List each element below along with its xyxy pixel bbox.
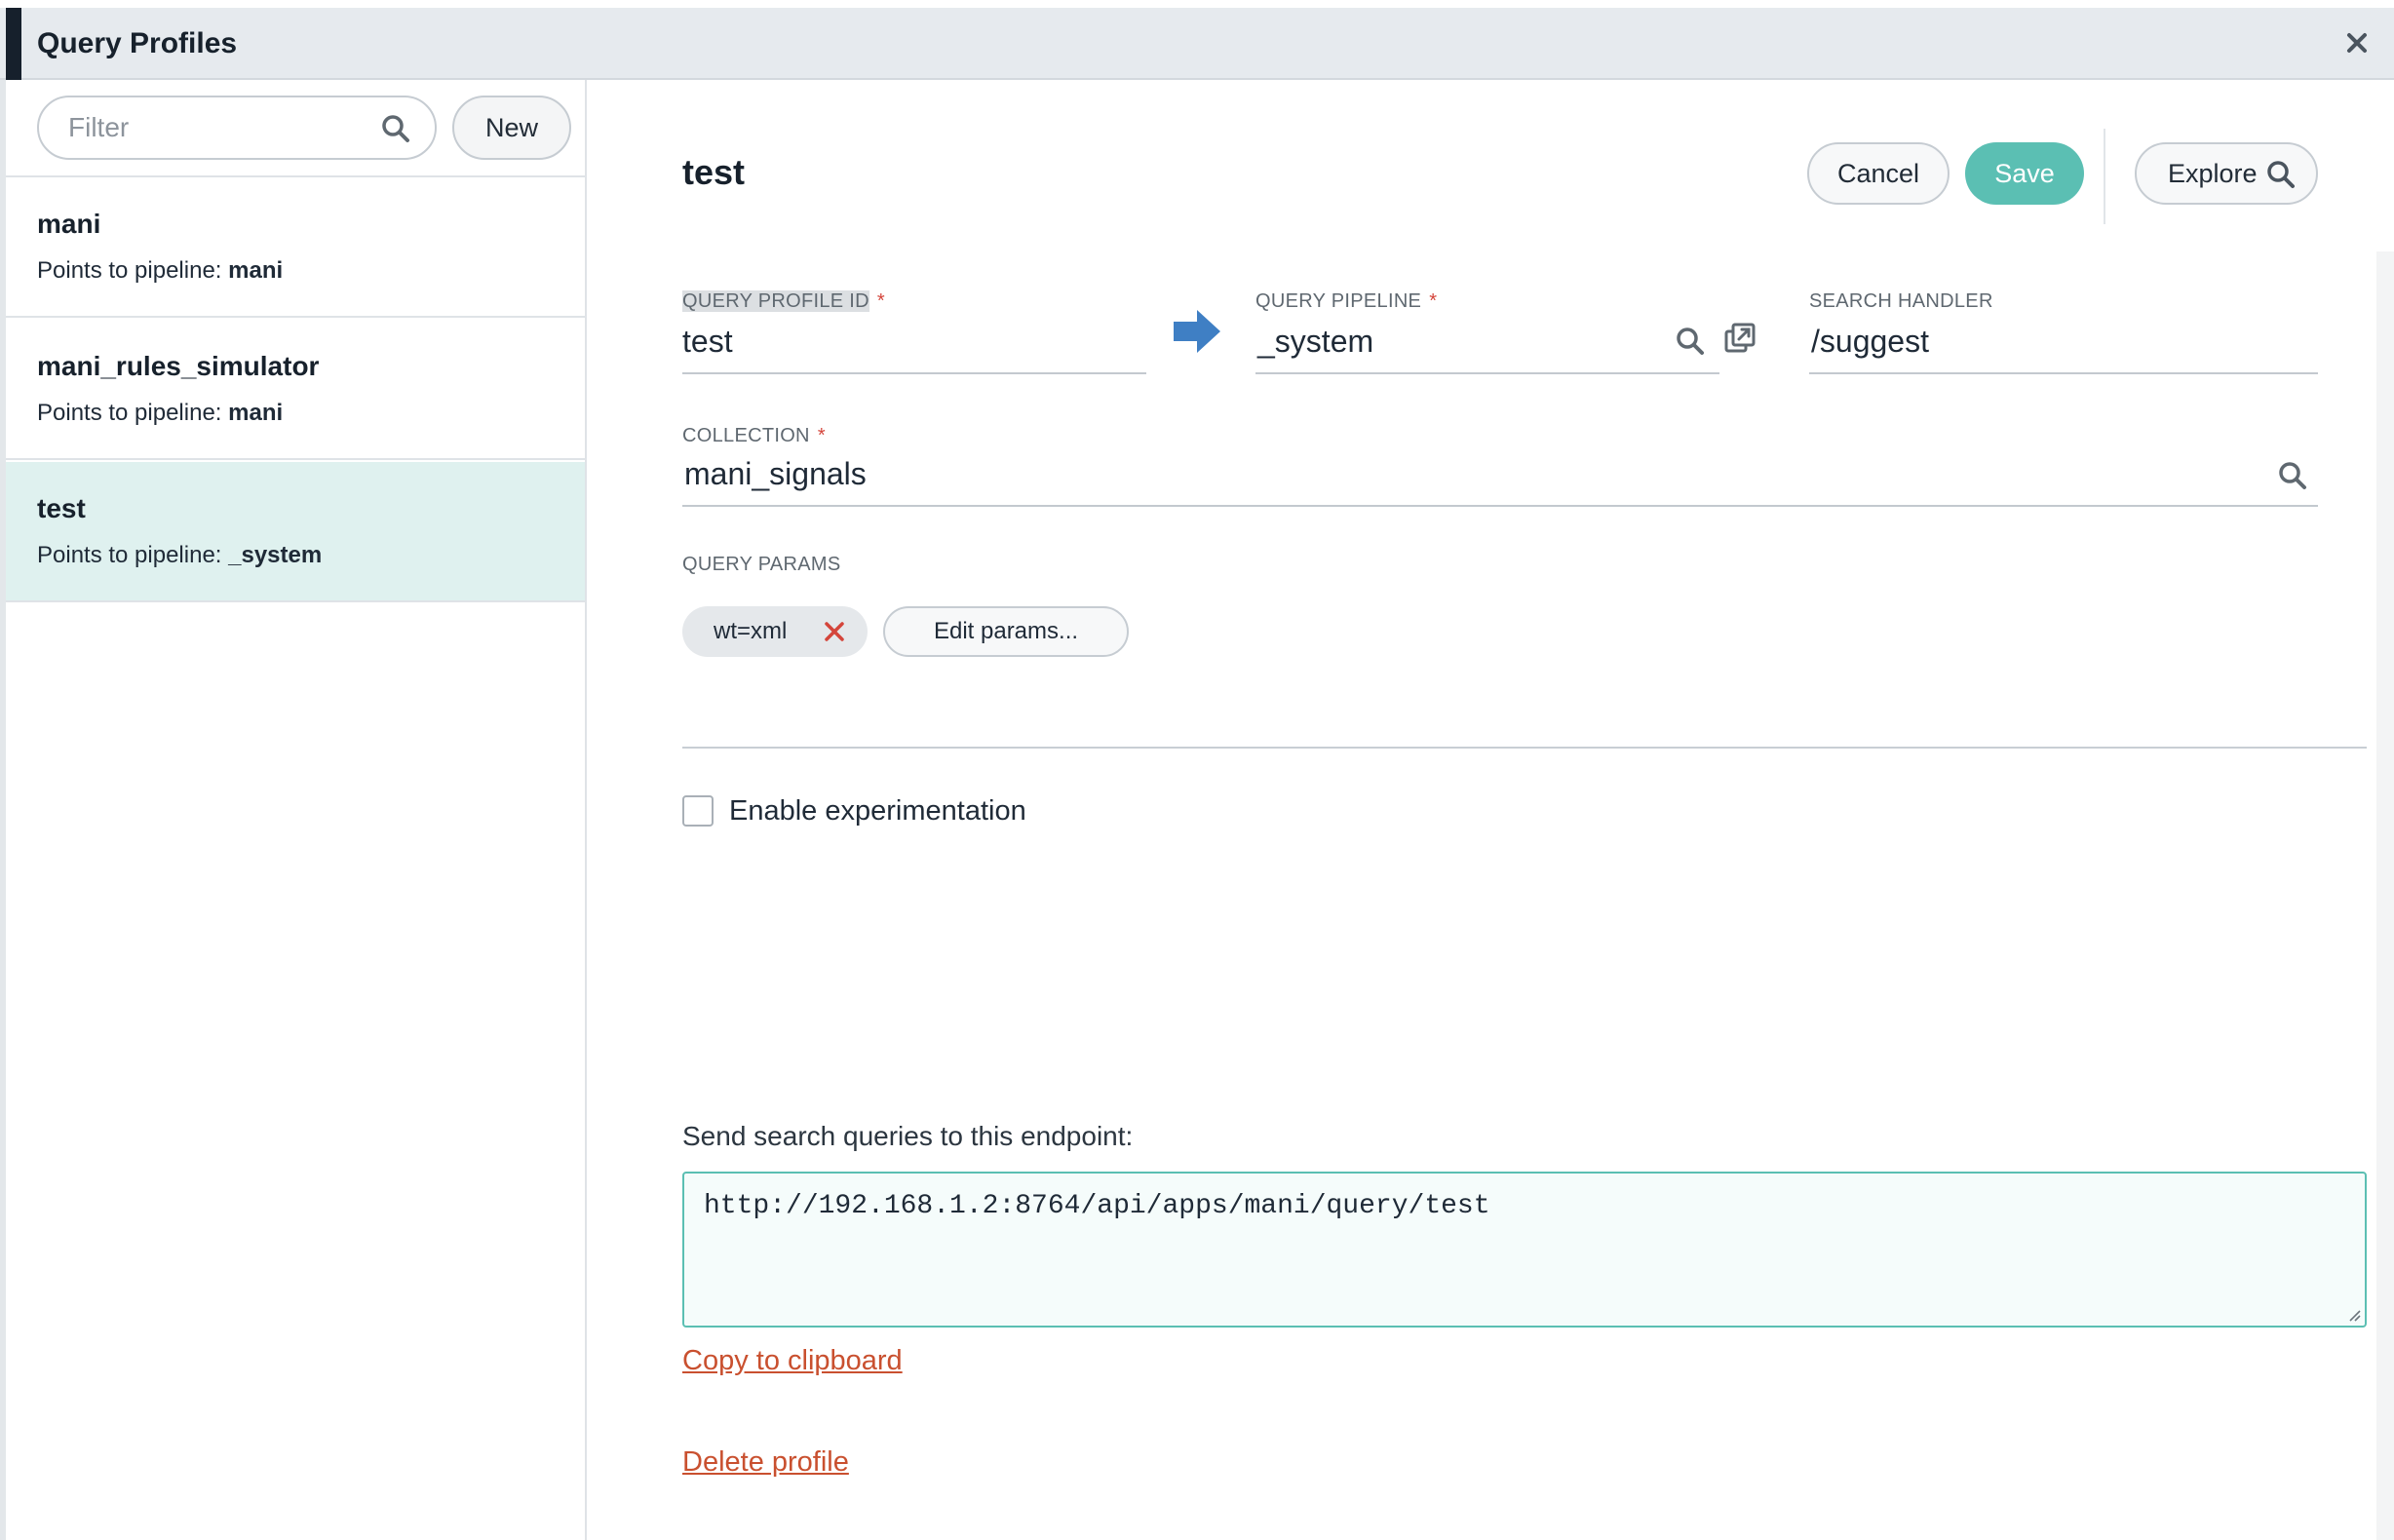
endpoint-box[interactable] — [682, 1172, 2367, 1328]
pipeline-field[interactable]: _system — [1257, 324, 1373, 360]
profile-id-field[interactable]: test — [682, 324, 733, 360]
title-bar: Query Profiles — [0, 8, 2394, 80]
query-params-label: QUERY PARAMS — [682, 554, 841, 575]
param-chip[interactable]: wt=xml — [682, 606, 868, 657]
search-icon[interactable] — [1675, 326, 1706, 357]
pipeline-label: QUERY PIPELINE * — [1255, 290, 1438, 312]
profile-name: mani — [37, 209, 101, 239]
endpoint-textarea[interactable] — [704, 1191, 2341, 1308]
profile-name: mani_rules_simulator — [37, 351, 320, 381]
open-external-icon[interactable] — [1723, 322, 1757, 355]
copy-to-clipboard-link[interactable]: Copy to clipboard — [682, 1345, 903, 1377]
remove-icon[interactable] — [823, 620, 846, 643]
endpoint-label: Send search queries to this endpoint: — [682, 1121, 1134, 1151]
profile-item-test[interactable]: test Points to pipeline: _system — [6, 462, 585, 602]
profile-item-mani[interactable]: mani Points to pipeline: mani — [6, 177, 585, 318]
delete-profile-link[interactable]: Delete profile — [682, 1446, 849, 1479]
profile-pipeline: Points to pipeline: mani — [37, 400, 284, 426]
save-button[interactable]: Save — [1965, 142, 2084, 205]
collection-field[interactable]: mani_signals — [684, 456, 867, 492]
cancel-button[interactable]: Cancel — [1807, 142, 1950, 205]
filter-field[interactable] — [37, 96, 437, 160]
search-handler-label: SEARCH HANDLER — [1809, 290, 1993, 312]
experimentation-label[interactable]: Enable experimentation — [729, 795, 1026, 828]
search-handler-field[interactable]: /suggest — [1811, 324, 1929, 360]
profile-pipeline: Points to pipeline: mani — [37, 257, 284, 284]
window-title: Query Profiles — [37, 27, 238, 59]
profile-id-underline — [682, 372, 1146, 374]
close-icon[interactable] — [2339, 25, 2375, 60]
collection-underline — [682, 505, 2318, 507]
pipeline-underline — [1255, 372, 1719, 374]
profile-pipeline: Points to pipeline: _system — [37, 542, 323, 568]
sidebar: New mani Points to pipeline: mani mani_r… — [6, 80, 587, 1540]
edit-params-button[interactable]: Edit params... — [883, 606, 1129, 657]
section-divider — [682, 747, 2367, 749]
new-profile-button[interactable]: New — [452, 96, 571, 160]
explore-label: Explore — [2168, 158, 2258, 188]
toolbar-divider — [2104, 129, 2105, 224]
profile-id-label: QUERY PROFILE ID * — [682, 290, 885, 312]
profile-editor: test Cancel Save Explore QUERY PROFILE I… — [604, 80, 2394, 1540]
arrow-right-icon — [1174, 310, 1220, 353]
page-title: test — [682, 152, 746, 192]
resize-grip-icon[interactable] — [2345, 1306, 2361, 1322]
title-accent — [6, 8, 21, 80]
explore-button[interactable]: Explore — [2135, 142, 2318, 205]
collection-label: COLLECTION * — [682, 425, 826, 446]
filter-input[interactable] — [68, 109, 361, 146]
search-icon[interactable] — [2277, 460, 2308, 491]
search-icon[interactable] — [380, 113, 411, 144]
profile-name: test — [37, 493, 86, 523]
experimentation-checkbox[interactable] — [682, 795, 714, 827]
scrollbar-track[interactable] — [2376, 251, 2394, 1540]
param-chip-label: wt=xml — [714, 618, 788, 644]
profile-item-mani-rules-simulator[interactable]: mani_rules_simulator Points to pipeline:… — [6, 320, 585, 460]
search-handler-underline — [1809, 372, 2318, 374]
search-icon — [2267, 161, 2295, 188]
